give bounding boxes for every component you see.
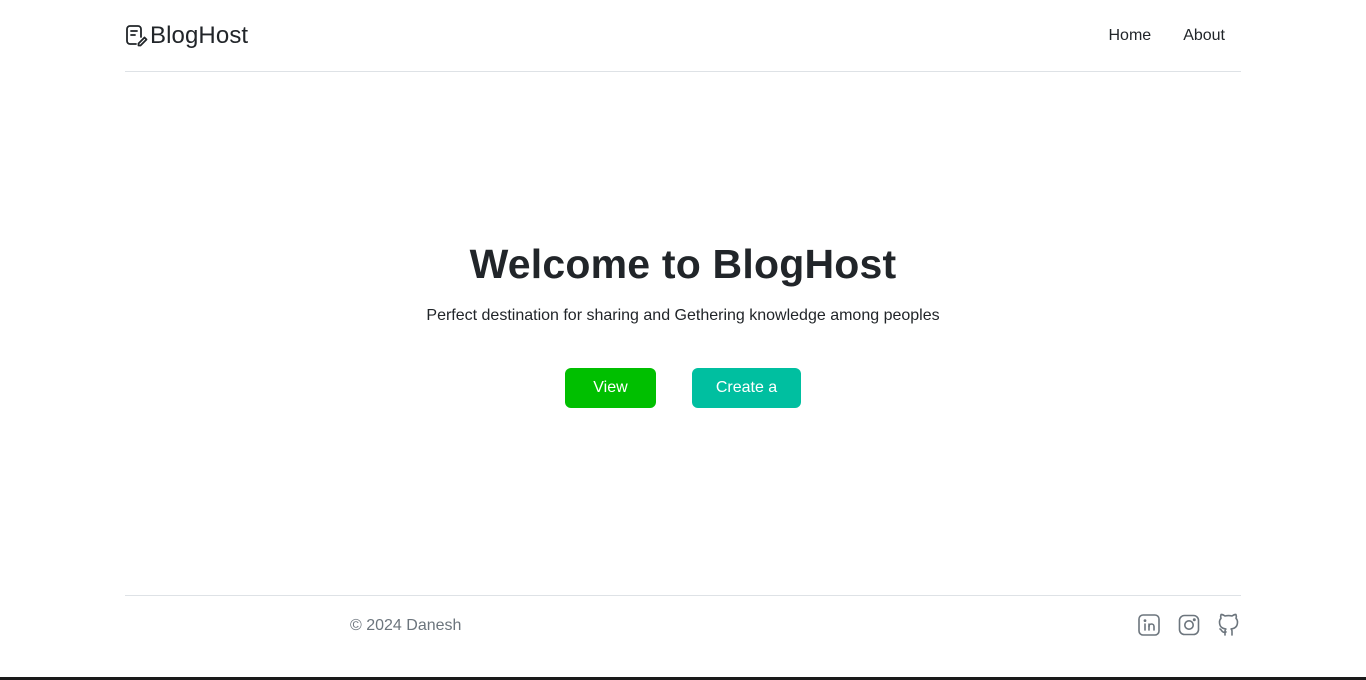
brand-name: BlogHost	[150, 21, 249, 49]
brand-link[interactable]: BlogHost	[125, 23, 248, 49]
instagram-icon[interactable]	[1177, 613, 1201, 637]
nav-link-home[interactable]: Home	[1109, 27, 1152, 45]
copyright-text: © 2024 Danesh	[350, 617, 462, 634]
hero-subtitle: Perfect destination for sharing and Geth…	[426, 307, 940, 324]
hero-section: Welcome to BlogHost Perfect destination …	[0, 235, 1366, 436]
hero-title: Welcome to BlogHost	[469, 241, 897, 287]
create-post-button[interactable]: Create a Post	[692, 368, 801, 436]
note-pencil-icon	[125, 23, 149, 49]
linkedin-icon[interactable]	[1137, 613, 1161, 637]
view-posts-button[interactable]: View Posts	[565, 368, 656, 436]
main-nav: Home About	[1109, 27, 1242, 45]
hero-buttons: View Posts Create a Post	[0, 368, 1366, 436]
github-icon[interactable]	[1217, 613, 1241, 637]
social-links	[1137, 613, 1241, 637]
page: BlogHost Home About Welcome to BlogHost …	[0, 0, 1366, 680]
site-footer: © 2024 Danesh	[125, 595, 1241, 657]
site-header: BlogHost Home About	[125, 0, 1241, 72]
nav-link-about[interactable]: About	[1183, 27, 1225, 45]
